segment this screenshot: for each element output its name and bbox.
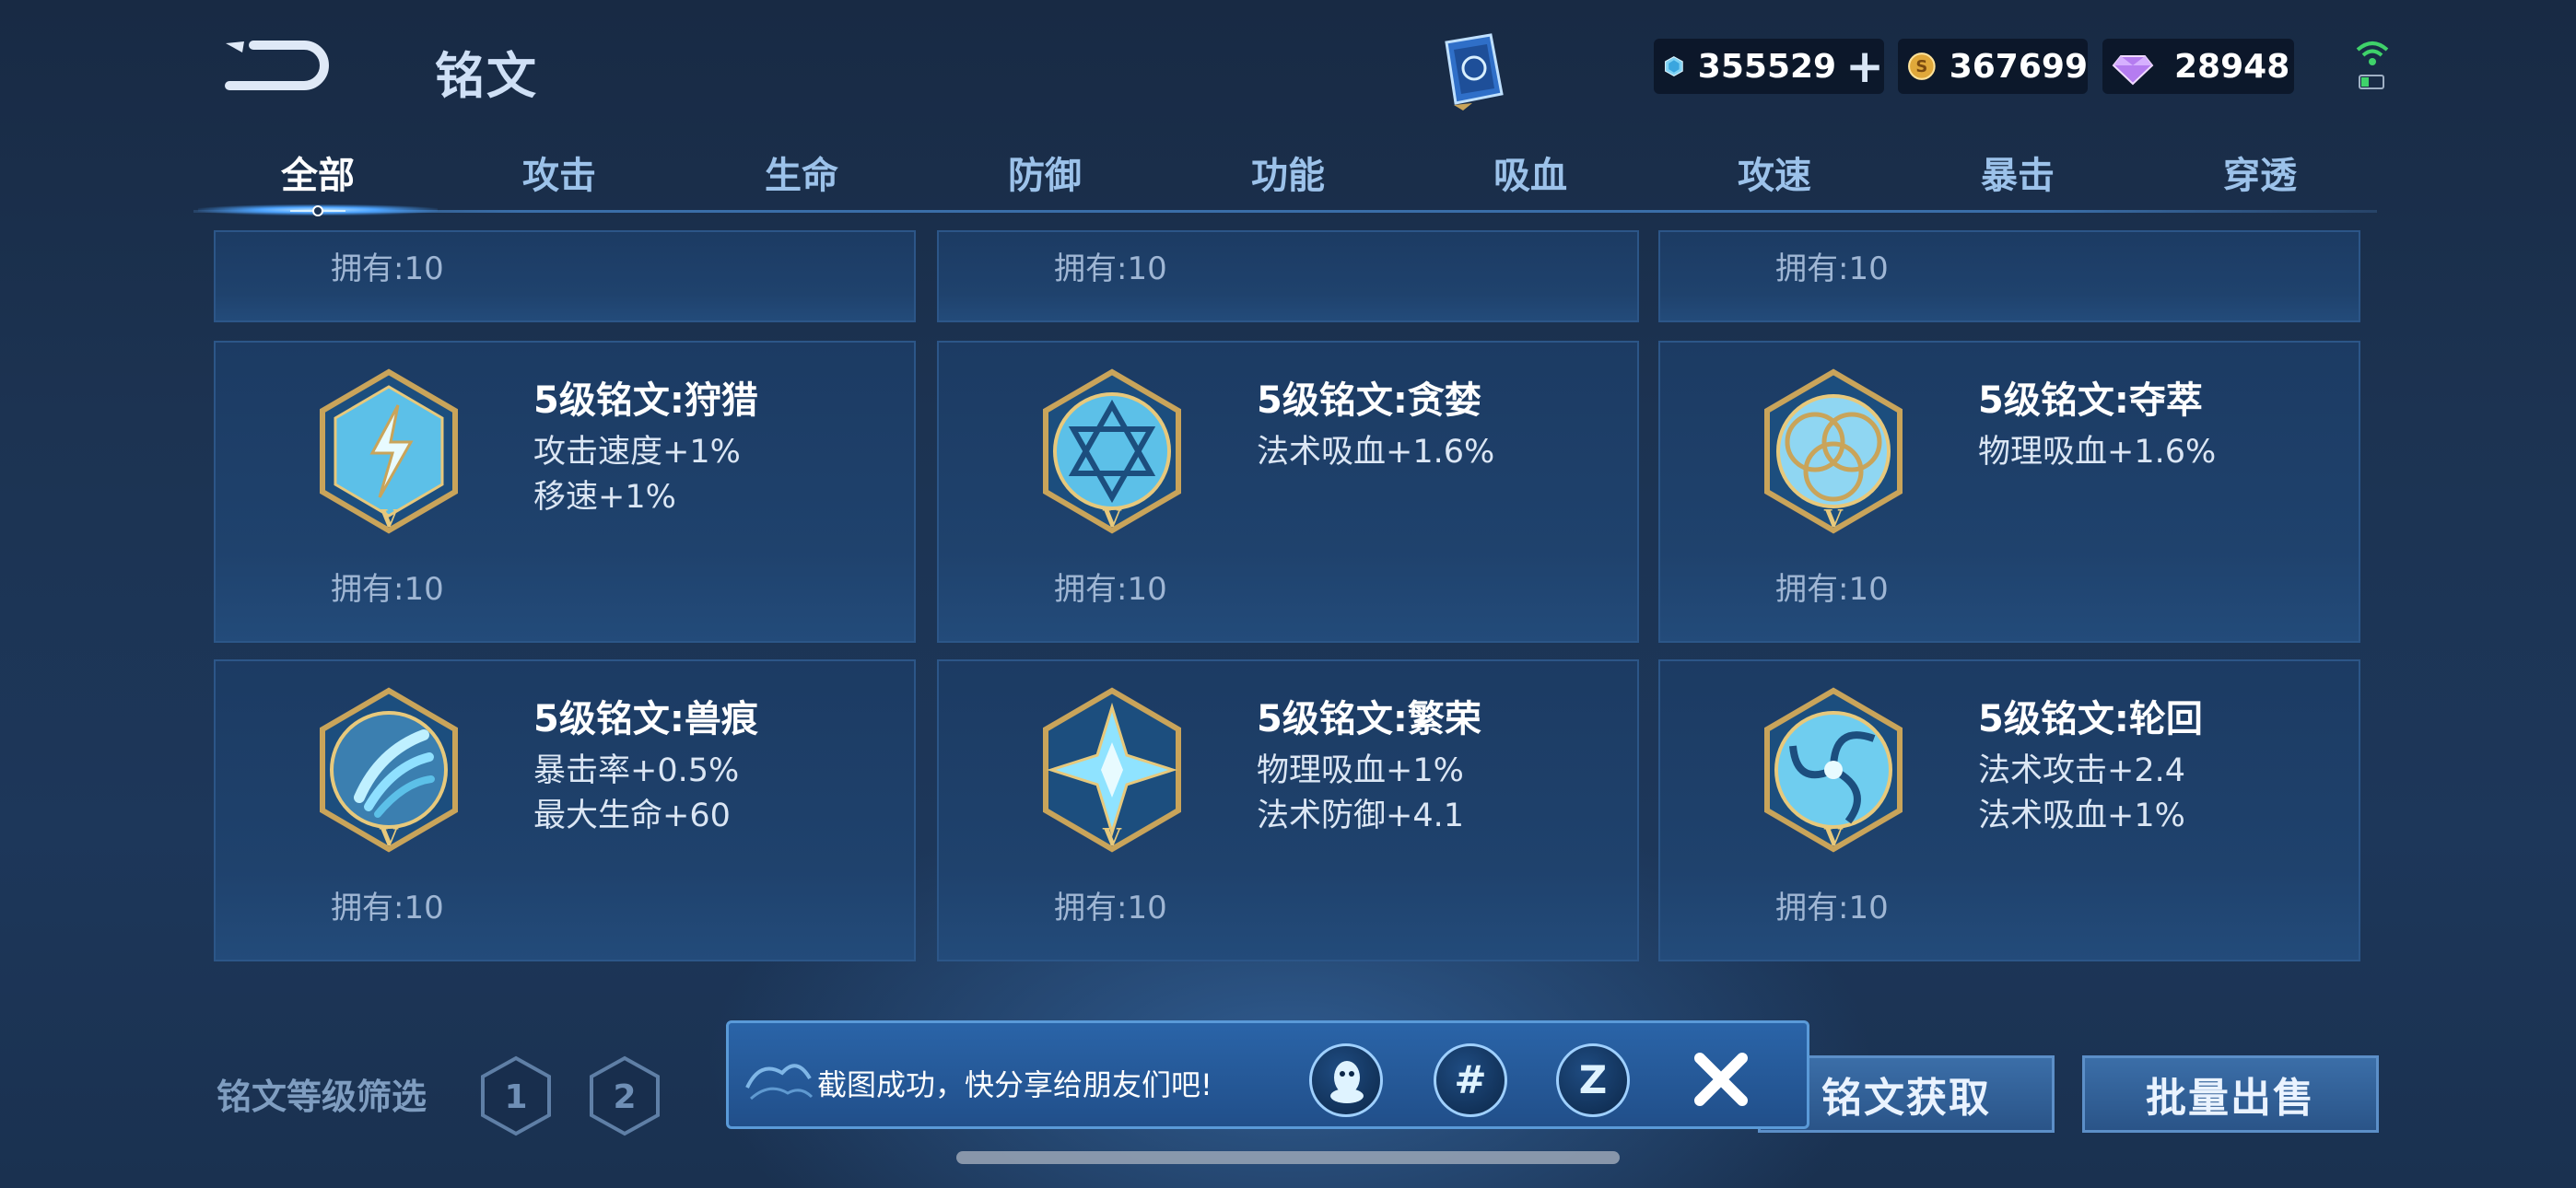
rune-level-mark: V [1102, 824, 1122, 852]
rune-card-prosperity[interactable]: V 5级铭文:繁荣 物理吸血+1% 法术防御+4.1 拥有:10 [937, 659, 1639, 961]
rune-name: 5级铭文:兽痕 [533, 698, 758, 740]
svg-text:2: 2 [613, 1078, 636, 1116]
owned-count: 拥有:10 [331, 250, 444, 287]
owned-count: 拥有:10 [1054, 250, 1167, 287]
rune-name: 5级铭文:夺萃 [1978, 379, 2203, 422]
tab-divider [193, 210, 2377, 213]
moments-icon[interactable]: # [1434, 1043, 1507, 1117]
rune-attribute: 法术吸血+1.6% [1257, 434, 1495, 471]
trinity-knot-rune-icon: V [1764, 368, 1903, 534]
tab-lifesteal[interactable]: 吸血 [1493, 146, 1567, 199]
close-icon[interactable] [1691, 1049, 1751, 1110]
gold-coin-icon: S [1908, 52, 1936, 80]
rune-attribute: 最大生命+60 [533, 798, 731, 834]
rune-level-mark: V [1823, 824, 1844, 852]
claw-mark-rune-icon: V [320, 687, 458, 853]
tab-attack-speed[interactable]: 攻速 [1738, 146, 1811, 199]
page-title: 铭文 [435, 47, 538, 105]
owned-count: 拥有:10 [1775, 571, 1889, 608]
back-arrow-icon[interactable] [217, 32, 336, 97]
rune-name: 5级铭文:繁荣 [1257, 698, 1481, 740]
owned-count: 拥有:10 [331, 890, 444, 926]
rune-attribute: 法术吸血+1% [1978, 798, 2185, 834]
wifi-battery-icon [2356, 41, 2389, 89]
cloud-swirl-icon [745, 1064, 814, 1101]
rune-attribute: 暴击率+0.5% [533, 752, 740, 789]
tab-critical[interactable]: 暴击 [1981, 146, 2055, 199]
rune-level-mark: V [1823, 506, 1844, 533]
rune-name: 5级铭文:狩猎 [533, 379, 758, 422]
rune-attribute: 物理吸血+1.6% [1978, 434, 2217, 471]
screenshot-share-toast: 截图成功，快分享给朋友们吧! # Z [726, 1020, 1809, 1129]
purple-crystal-icon [2112, 55, 2154, 86]
rune-card-hunting[interactable]: V 5级铭文:狩猎 攻击速度+1% 移速+1% 拥有:10 [214, 341, 916, 643]
level-filter-1[interactable]: 1 [479, 1054, 553, 1137]
rune-name: 5级铭文:贪婪 [1257, 379, 1481, 422]
rune-attribute: 法术攻击+2.4 [1978, 752, 2185, 789]
tab-penetration[interactable]: 穿透 [2223, 146, 2297, 199]
tab-all[interactable]: 全部 [281, 146, 355, 199]
rune-card-partial[interactable]: 拥有:10 [1658, 230, 2360, 322]
rune-book-icon[interactable] [1426, 29, 1518, 112]
svg-text:S: S [1915, 57, 1927, 76]
home-indicator [956, 1151, 1620, 1164]
gold-count: 367699 [1949, 47, 2088, 86]
tab-defense[interactable]: 防御 [1008, 146, 1082, 199]
rune-card-partial[interactable]: 拥有:10 [214, 230, 916, 322]
crystal-resource: 28948 [2102, 39, 2294, 94]
hexagram-rune-icon: V [1043, 368, 1181, 534]
qzone-icon[interactable]: Z [1556, 1043, 1630, 1117]
rune-attribute: 法术防御+4.1 [1257, 798, 1464, 834]
lightning-rune-icon: V [320, 368, 458, 534]
rune-level-mark: V [379, 824, 399, 852]
owned-count: 拥有:10 [1775, 890, 1889, 926]
gold-resource: S 367699 [1898, 39, 2088, 94]
rune-card-reincarnation[interactable]: V 5级铭文:轮回 法术攻击+2.4 法术吸血+1% 拥有:10 [1658, 659, 2360, 961]
tab-function[interactable]: 功能 [1251, 146, 1325, 199]
owned-count: 拥有:10 [1775, 250, 1889, 287]
rune-attribute: 攻击速度+1% [533, 434, 741, 471]
svg-text:1: 1 [504, 1078, 527, 1116]
level-filter-2[interactable]: 2 [588, 1054, 662, 1137]
toast-message: 截图成功，快分享给朋友们吧! [817, 1067, 1212, 1102]
rune-name: 5级铭文:轮回 [1978, 698, 2203, 740]
add-gem-icon[interactable]: + [1845, 43, 1884, 89]
rune-level-mark: V [379, 506, 399, 533]
rune-card-greed[interactable]: V 5级铭文:贪婪 法术吸血+1.6% 拥有:10 [937, 341, 1639, 643]
diamond-gem-icon [1665, 56, 1683, 76]
tab-indicator-dot-icon [290, 205, 345, 216]
category-tabs: 全部 攻击 生命 防御 功能 吸血 攻速 暴击 穿透 [193, 138, 2377, 212]
owned-count: 拥有:10 [1054, 890, 1167, 926]
level-filter-label: 铭文等级筛选 [217, 1077, 427, 1117]
rune-card-partial[interactable]: 拥有:10 [937, 230, 1639, 322]
rune-card-plunder[interactable]: V 5级铭文:夺萃 物理吸血+1.6% 拥有:10 [1658, 341, 2360, 643]
bulk-sell-button[interactable]: 批量出售 [2082, 1055, 2379, 1133]
qq-penguin-icon[interactable] [1309, 1043, 1383, 1117]
gem-count: 355529 [1697, 47, 1837, 86]
gem-resource: 355529 + [1654, 39, 1884, 94]
tab-health[interactable]: 生命 [765, 146, 838, 199]
owned-count: 拥有:10 [1054, 571, 1167, 608]
swirl-rune-icon: V [1764, 687, 1903, 853]
owned-count: 拥有:10 [331, 571, 444, 608]
rune-level-mark: V [1102, 506, 1122, 533]
tab-attack[interactable]: 攻击 [522, 146, 596, 199]
crystal-count: 28948 [2174, 47, 2290, 86]
rune-attribute: 移速+1% [533, 479, 676, 516]
rune-attribute: 物理吸血+1% [1257, 752, 1464, 789]
crystal-star-rune-icon: V [1043, 687, 1181, 853]
qq-penguin-glyph [1330, 1061, 1364, 1103]
rune-card-beast-mark[interactable]: V 5级铭文:兽痕 暴击率+0.5% 最大生命+60 拥有:10 [214, 659, 916, 961]
